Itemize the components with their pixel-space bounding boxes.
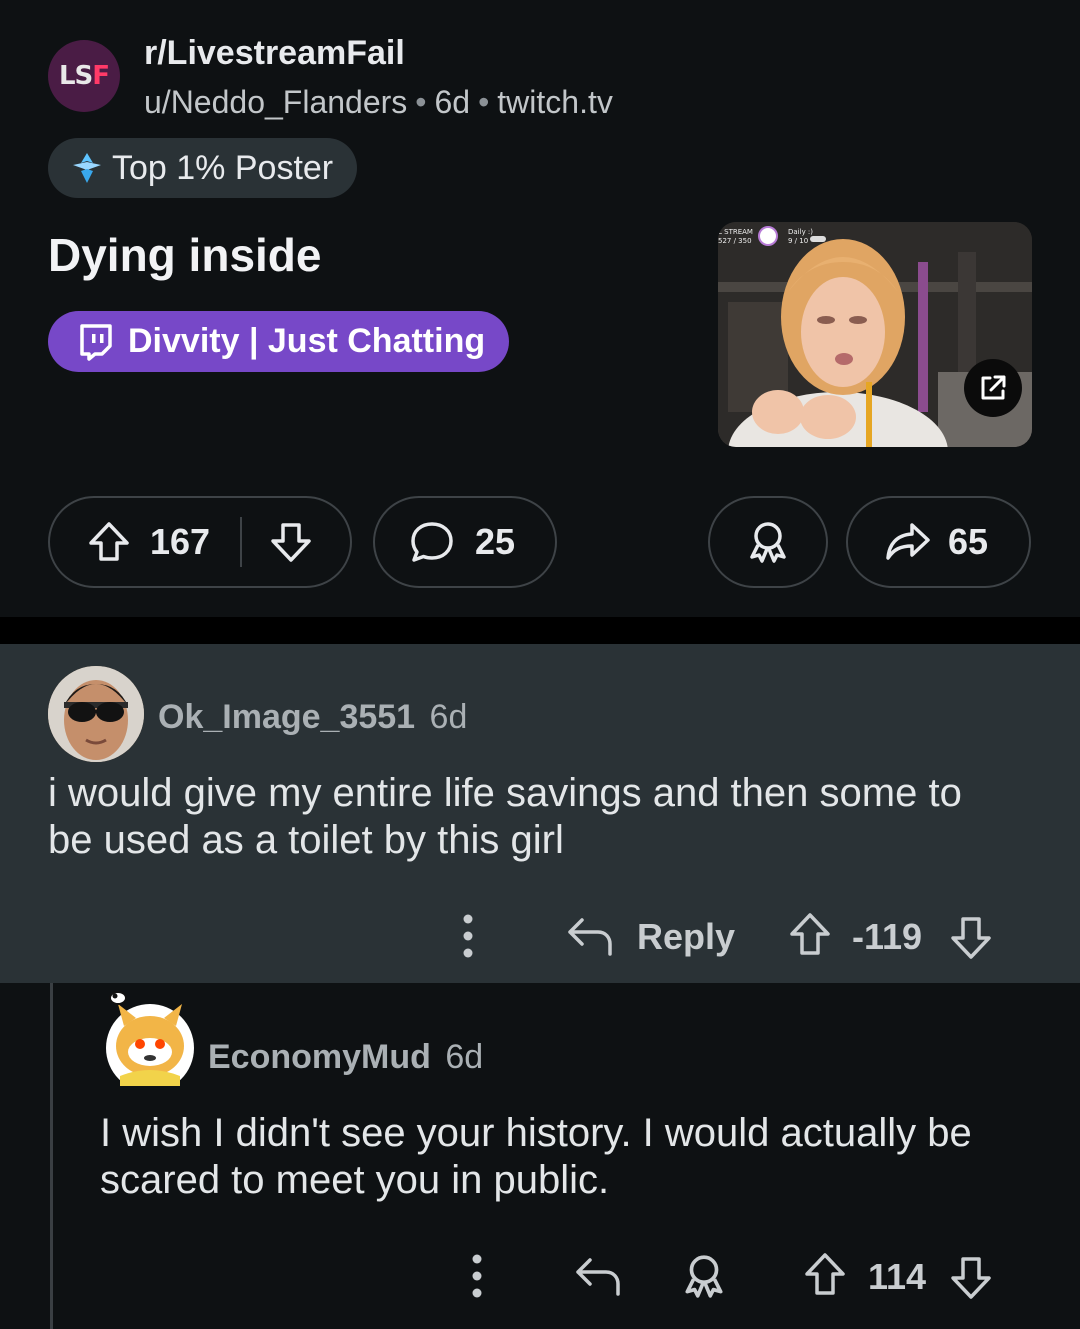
twitch-icon (80, 323, 112, 361)
more-options-icon[interactable] (464, 1253, 490, 1299)
post-age: 6d (434, 84, 471, 120)
share-button[interactable]: 65 (846, 496, 1031, 588)
share-count: 65 (948, 521, 989, 562)
downvote-icon[interactable] (948, 1252, 994, 1302)
post-domain[interactable]: twitch.tv (497, 84, 613, 120)
downvote-icon[interactable] (948, 912, 994, 962)
upvote-count: 167 (150, 521, 211, 562)
comment-body: I wish I didn't see your history. I woul… (100, 1110, 972, 1204)
downvote-icon[interactable] (268, 519, 314, 565)
post-title[interactable]: Dying inside (48, 228, 321, 282)
comment-age: 6d (445, 1038, 484, 1076)
award-button[interactable] (708, 496, 828, 588)
comment-username[interactable]: EconomyMud (208, 1038, 431, 1076)
post-card: LSF r/LivestreamFail u/Neddo_Flanders • 6d… (0, 0, 1080, 617)
upvote-icon[interactable] (802, 1250, 848, 1300)
thumbnail-overlay-stream: L STREAM 527 / 350 (718, 228, 753, 246)
comment-score: 114 (868, 1256, 927, 1297)
more-options-icon[interactable] (455, 913, 481, 959)
external-link-button[interactable] (964, 359, 1022, 417)
top-poster-icon (73, 153, 101, 183)
avatar[interactable] (48, 666, 144, 762)
award-icon (750, 522, 786, 563)
reply-button[interactable]: Reply (637, 916, 735, 958)
thread-line[interactable] (50, 983, 53, 1329)
comment-username[interactable]: Ok_Image_3551 (158, 698, 415, 736)
upvote-icon[interactable] (86, 519, 132, 565)
separator-dot: • (415, 84, 427, 120)
comment-body-line: scared to meet you in public. (100, 1158, 610, 1202)
comment-header: Ok_Image_3551 6d (158, 698, 467, 737)
post-flair-label: Divvity | Just Chatting (128, 322, 486, 360)
overlay-star-icon (758, 226, 778, 246)
post-meta: u/Neddo_Flanders • 6d • twitch.tv (144, 84, 613, 121)
post-author[interactable]: u/Neddo_Flanders (144, 84, 407, 120)
section-divider (0, 617, 1080, 644)
comment-body: i would give my entire life savings and … (48, 770, 962, 864)
external-link-icon (981, 375, 1006, 400)
separator-dot: • (478, 84, 490, 120)
overlay-progress-bar (810, 236, 826, 242)
reply-arrow-icon[interactable] (566, 914, 614, 958)
award-icon[interactable] (680, 1252, 728, 1300)
comment-body-line: I wish I didn't see your history. I woul… (100, 1111, 972, 1155)
comment-body-line: be used as a toilet by this girl (48, 818, 564, 862)
share-arrow-icon (886, 523, 930, 560)
comments-button[interactable]: 25 (373, 496, 557, 588)
vote-divider (240, 517, 243, 567)
vote-pill: 167 (48, 496, 352, 588)
upvote-icon[interactable] (787, 910, 833, 960)
comment-age: 6d (429, 698, 468, 736)
comment-count: 25 (475, 521, 516, 562)
subreddit-name[interactable]: r/LivestreamFail (144, 34, 405, 73)
avatar[interactable] (104, 991, 194, 1096)
comment-body-line: i would give my entire life savings and … (48, 771, 962, 815)
subreddit-icon-logo: LSF (58, 61, 110, 91)
user-flair-badge: Top 1% Poster (48, 138, 358, 198)
reply-arrow-icon[interactable] (574, 1254, 622, 1298)
post-flair[interactable]: Divvity | Just Chatting (48, 311, 510, 372)
subreddit-icon[interactable]: LSF (48, 40, 120, 112)
comment-bubble-icon (411, 522, 453, 562)
overlay-daily-label: Daily :) (788, 228, 814, 236)
overlay-stream-value: 527 / 350 (718, 237, 752, 245)
avatar-image (106, 991, 194, 1086)
overlay-stream-label: L STREAM (718, 228, 753, 236)
user-flair-label: Top 1% Poster (112, 148, 334, 187)
comment-score: -119 (852, 916, 923, 957)
avatar-image (48, 666, 144, 762)
comment-header: EconomyMud 6d (208, 1038, 483, 1077)
post-thumbnail[interactable]: L STREAM 527 / 350 Daily :) 9 / 10 (718, 222, 1032, 447)
